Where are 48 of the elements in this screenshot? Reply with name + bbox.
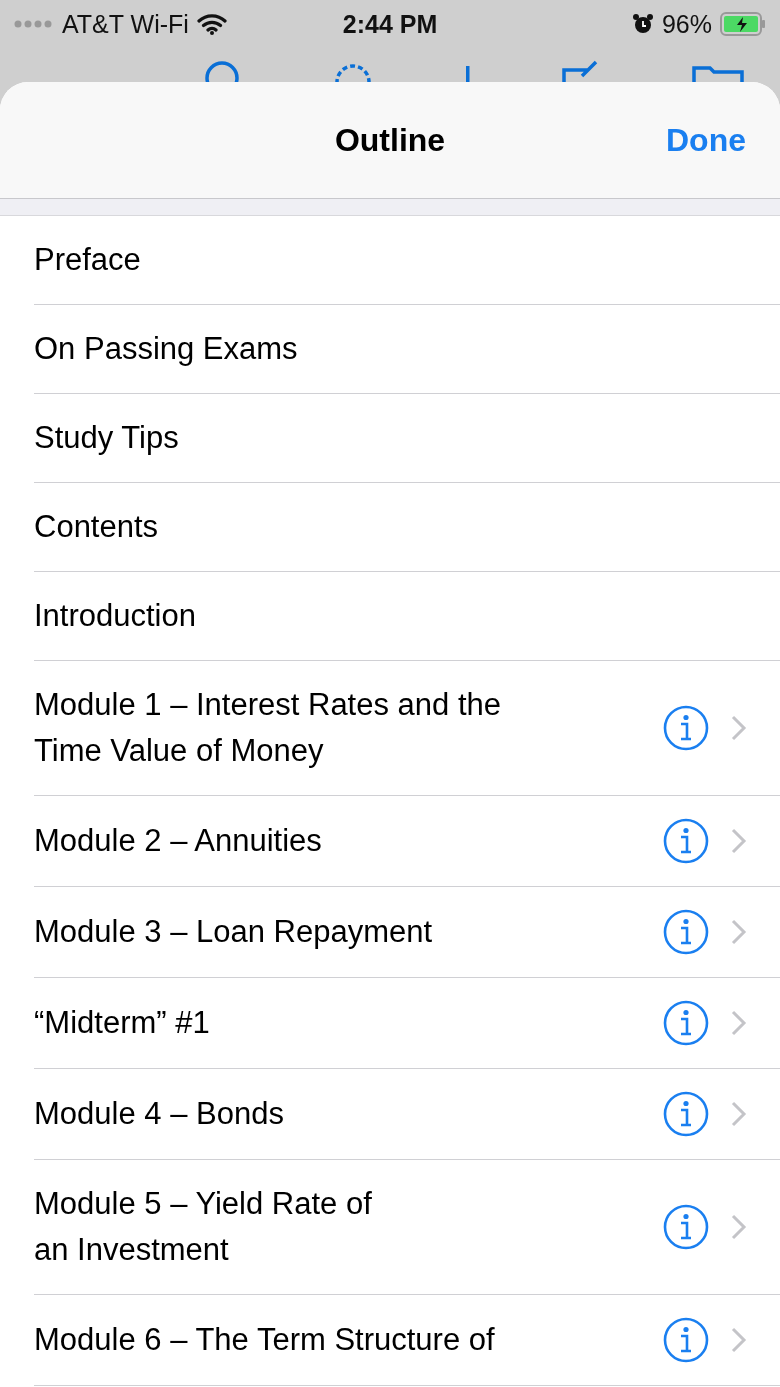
info-icon[interactable] (662, 999, 710, 1047)
item-title: Study Tips (34, 419, 180, 457)
item-title: On Passing Exams (34, 330, 299, 368)
chevron-icon (730, 918, 748, 946)
item-title: Module 3 – Loan Repayment (34, 913, 434, 951)
item-title: Module 6 – The Term Structure of (34, 1321, 496, 1359)
outline-item[interactable]: Study Tips (34, 394, 780, 483)
chevron-icon (730, 1326, 748, 1354)
wifi-icon (196, 13, 227, 35)
sheet-title: Outline (334, 121, 446, 159)
info-icon[interactable] (662, 1316, 710, 1364)
outline-item[interactable]: Module 2 – Annuities (34, 796, 780, 887)
carrier-label: AT&T Wi-Fi (62, 9, 189, 39)
done-button[interactable]: Done (666, 122, 746, 159)
outline-item[interactable]: Contents (34, 483, 780, 572)
info-icon[interactable] (662, 908, 710, 956)
battery-percent: 96% (661, 9, 712, 39)
search-icon[interactable] (204, 60, 241, 82)
chevron-icon (730, 1100, 748, 1128)
chevron-icon (730, 714, 748, 742)
outline-item[interactable]: Module 4 – Bonds (34, 1069, 780, 1160)
outline-item[interactable]: Module 1 – Interest Rates and the Time Value of Money (34, 661, 780, 796)
chevron-icon (730, 1009, 748, 1037)
info-icon[interactable] (662, 704, 710, 752)
clock-time: 2:44 PM (342, 9, 438, 39)
outline-item[interactable]: Module 5 – Yield Rate of an Investment (34, 1160, 780, 1295)
item-title: Module 5 – Yield Rate of an Investment (34, 1185, 373, 1269)
chevron-icon (730, 827, 748, 855)
info-icon[interactable] (662, 1203, 710, 1251)
outline-item[interactable]: “Midterm” #1 (34, 978, 780, 1069)
outline-item[interactable]: Module 6 – The Term Structure of (34, 1295, 780, 1386)
outline-item[interactable]: Introduction (34, 572, 780, 661)
outline-item[interactable]: Module 3 – Loan Repayment (34, 887, 780, 978)
item-title: “Midterm” #1 (34, 1004, 211, 1042)
outline-item[interactable]: Preface (34, 216, 780, 305)
item-title: Module 2 – Annuities (34, 822, 323, 860)
item-title: Module 1 – Interest Rates and the Time Value of Money (34, 686, 502, 770)
outline-item[interactable]: On Passing Exams (34, 305, 780, 394)
chevron-icon (730, 1213, 748, 1241)
info-icon[interactable] (662, 1090, 710, 1138)
signal-icon (14, 19, 54, 29)
item-title: Contents (34, 508, 160, 546)
battery-icon (720, 12, 766, 36)
item-title: Introduction (34, 597, 197, 635)
item-title: Module 4 – Bonds (34, 1095, 285, 1133)
info-icon[interactable] (662, 817, 710, 865)
item-title: Preface (34, 241, 142, 279)
alarm-icon (631, 13, 654, 35)
